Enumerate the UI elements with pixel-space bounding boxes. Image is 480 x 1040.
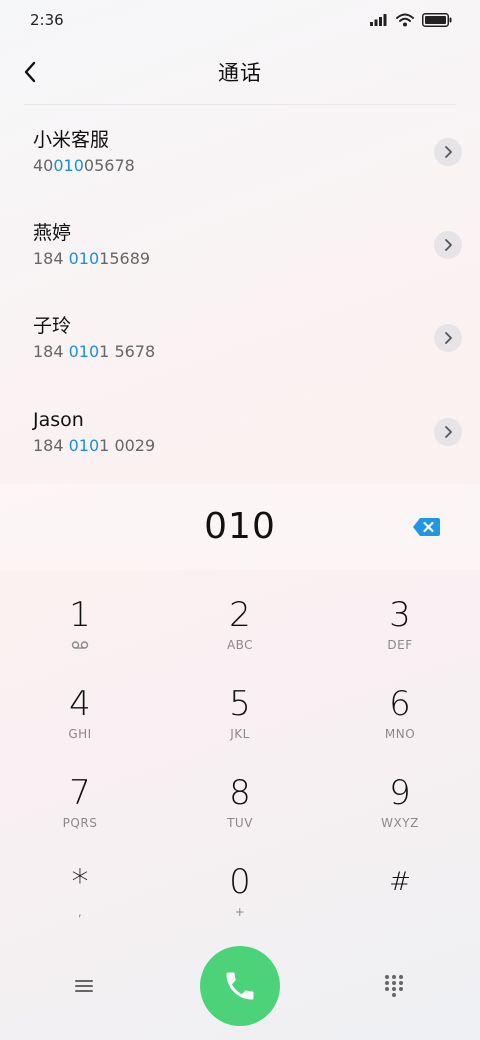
contact-number: 184 0101 0029 xyxy=(33,435,480,457)
phone-icon xyxy=(226,972,254,1000)
key-digit: * xyxy=(71,862,89,902)
number-match: 010 xyxy=(53,155,84,175)
key-hash[interactable]: # xyxy=(320,841,480,930)
key-letters: JKL xyxy=(230,727,250,741)
chevron-right-icon xyxy=(445,425,452,438)
key-digit: 4 xyxy=(69,684,91,724)
key-6[interactable]: 6 MNO xyxy=(320,663,480,752)
signal-icon xyxy=(370,14,387,26)
number-match: 010 xyxy=(68,342,100,362)
contact-name: 子玲 xyxy=(33,315,72,338)
chevron-right-icon xyxy=(445,145,452,158)
bottom-bar xyxy=(0,944,480,1028)
number-prefix: 184 xyxy=(33,342,69,362)
contact-list: 小米客服 4001005678 燕婷 184 01015689 子玲 184 0… xyxy=(0,105,480,478)
menu-button[interactable] xyxy=(64,966,104,1006)
contact-number: 184 01015689 xyxy=(33,248,480,270)
chevron-right-icon xyxy=(445,332,452,345)
key-5[interactable]: 5 JKL xyxy=(160,663,320,752)
keypad-row: 4 GHI 5 JKL 6 MNO xyxy=(0,663,480,752)
backspace-icon[interactable] xyxy=(412,516,442,538)
key-letters: ABC xyxy=(226,638,254,652)
contact-name: 小米客服 xyxy=(33,128,110,151)
voicemail-icon xyxy=(71,641,89,649)
key-letters: DEF xyxy=(387,638,413,652)
key-8[interactable]: 8 TUV xyxy=(160,752,320,841)
key-letters: GHI xyxy=(68,727,92,741)
key-digit: 2 xyxy=(229,595,251,635)
keypad-row: 7 PQRS 8 TUV 9 WXYZ xyxy=(0,752,480,841)
number-match: 010 xyxy=(68,248,100,268)
chevron-right-icon xyxy=(445,239,452,251)
key-digit: 3 xyxy=(389,595,411,635)
status-time: 2:36 xyxy=(30,11,64,29)
contact-detail-button[interactable] xyxy=(434,137,462,166)
contact-row[interactable]: Jason 184 0101 0029 xyxy=(0,385,480,478)
key-star[interactable]: * , xyxy=(0,841,160,930)
number-prefix: 184 xyxy=(33,248,69,268)
wifi-icon xyxy=(396,13,414,27)
contact-name: Jason xyxy=(33,408,84,431)
number-suffix: 1 0029 xyxy=(99,435,156,455)
key-digit: # xyxy=(389,867,411,897)
keypad: 1 2 ABC 3 DEF 4 GHI 5 JKL 6 MNO 7 PQRS 8… xyxy=(0,574,480,930)
contact-detail-button[interactable] xyxy=(434,417,462,446)
contact-row[interactable]: 小米客服 4001005678 xyxy=(0,105,480,198)
number-suffix: 05678 xyxy=(83,155,135,175)
page-title: 通话 xyxy=(218,61,262,85)
key-1[interactable]: 1 xyxy=(0,574,160,663)
key-digit: 7 xyxy=(69,773,91,813)
keypad-row: * , 0 + # xyxy=(0,841,480,930)
dialpad-toggle-button[interactable] xyxy=(374,966,414,1006)
key-7[interactable]: 7 PQRS xyxy=(0,752,160,841)
key-digit: 6 xyxy=(389,684,411,724)
key-3[interactable]: 3 DEF xyxy=(320,574,480,663)
key-digit: 9 xyxy=(389,773,411,813)
back-button[interactable] xyxy=(10,52,50,92)
dialed-number: 010 xyxy=(204,506,276,547)
number-match: 010 xyxy=(68,435,100,455)
key-0[interactable]: 0 + xyxy=(160,841,320,930)
dialpad-icon xyxy=(385,975,403,997)
key-letters: MNO xyxy=(384,727,416,741)
status-icons xyxy=(370,13,452,27)
battery-icon xyxy=(422,13,452,27)
contact-number: 4001005678 xyxy=(33,155,480,177)
contact-number: 184 0101 5678 xyxy=(33,341,480,363)
contact-name: 燕婷 xyxy=(33,221,72,244)
key-letters: , xyxy=(77,905,83,919)
key-digit: 8 xyxy=(229,773,251,813)
key-4[interactable]: 4 GHI xyxy=(0,663,160,752)
key-letters: TUV xyxy=(227,816,253,830)
number-suffix: 1 5678 xyxy=(99,342,156,362)
number-prefix: 40 xyxy=(33,155,54,175)
number-prefix: 184 xyxy=(33,435,69,455)
call-button[interactable] xyxy=(200,946,280,1026)
header: 通话 xyxy=(0,40,480,104)
key-letters: PQRS xyxy=(62,816,98,830)
status-bar: 2:36 xyxy=(0,0,480,40)
menu-icon xyxy=(75,980,93,992)
key-digit: 5 xyxy=(229,684,251,724)
contact-detail-button[interactable] xyxy=(434,230,462,259)
key-letters: + xyxy=(234,905,246,919)
key-2[interactable]: 2 ABC xyxy=(160,574,320,663)
key-9[interactable]: 9 WXYZ xyxy=(320,752,480,841)
dial-display: 010 xyxy=(0,484,480,570)
keypad-row: 1 2 ABC 3 DEF xyxy=(0,574,480,663)
number-suffix: 15689 xyxy=(99,248,151,268)
back-chevron-icon xyxy=(24,61,36,83)
key-digit: 1 xyxy=(69,595,91,635)
contact-row[interactable]: 燕婷 184 01015689 xyxy=(0,198,480,291)
key-digit: 0 xyxy=(229,862,251,902)
key-letters: WXYZ xyxy=(381,816,419,830)
contact-row[interactable]: 子玲 184 0101 5678 xyxy=(0,292,480,385)
